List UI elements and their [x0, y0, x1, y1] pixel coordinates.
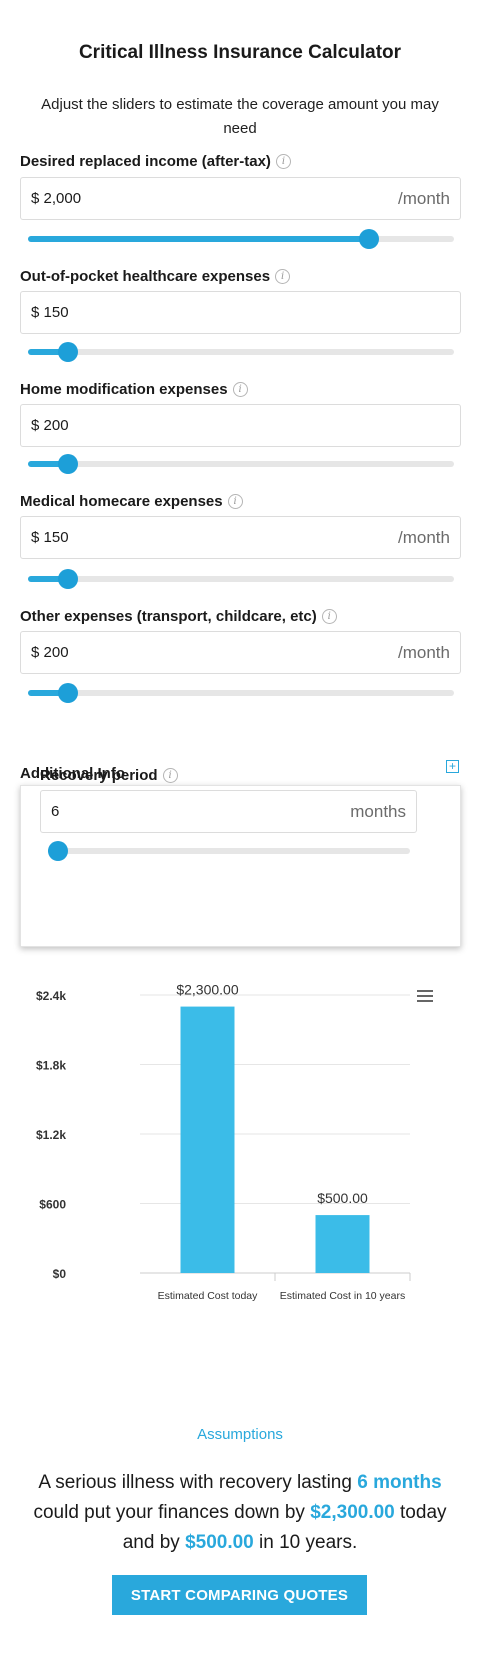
expand-plus-icon[interactable]: +	[446, 760, 459, 773]
other-slider-handle[interactable]	[58, 683, 79, 703]
chart-bar[interactable]	[315, 1215, 370, 1273]
chart-bar[interactable]	[180, 1006, 235, 1273]
recovery-input[interactable]: 6 months	[40, 790, 417, 833]
other-label: Other expenses (transport, childcare, et…	[20, 608, 337, 625]
income-label-text: Desired replaced income (after-tax)	[20, 153, 271, 170]
summary-part: in 10 years.	[253, 1532, 358, 1553]
bar-data-label: $500.00	[317, 1190, 368, 1206]
homecare-label: Medical homecare expenses i	[20, 493, 243, 510]
healthcare-slider-handle[interactable]	[58, 342, 79, 362]
other-value: $ 200	[31, 644, 69, 661]
info-icon[interactable]: i	[321, 609, 337, 624]
recovery-slider[interactable]	[48, 841, 410, 861]
healthcare-input[interactable]: $ 150	[20, 291, 461, 334]
healthcare-label: Out-of-pocket healthcare expenses i	[20, 268, 291, 285]
income-input[interactable]: $ 2,000 /month	[20, 177, 461, 220]
page-subtitle: Adjust the sliders to estimate the cover…	[41, 96, 439, 137]
cost-chart: $0 $600 $1.2k $1.8k $2.4k $2,300.00 Estimated…	[36, 982, 411, 1302]
healthcare-value: $ 150	[31, 304, 69, 321]
summary-later-cost: $500.00	[185, 1532, 254, 1553]
home-mod-label-text: Home modification expenses	[20, 381, 228, 398]
y-tick-label: $1.8k	[36, 1059, 66, 1073]
other-input[interactable]: $ 200 /month	[20, 631, 461, 674]
info-icon[interactable]: i	[275, 269, 291, 284]
info-icon[interactable]: i	[162, 768, 178, 783]
healthcare-slider[interactable]	[28, 342, 454, 362]
summary-text: A serious illness with recovery lasting …	[25, 1468, 455, 1558]
recovery-slider-handle[interactable]	[48, 841, 68, 861]
start-comparing-quotes-button[interactable]: START COMPARING QUOTES	[112, 1575, 367, 1615]
home-mod-value: $ 200	[31, 417, 69, 434]
page-title: Critical Illness Insurance Calculator	[78, 42, 402, 63]
other-suffix: /month	[398, 642, 450, 662]
info-icon[interactable]: i	[232, 382, 248, 397]
x-category-label: Estimated Cost today	[158, 1290, 259, 1302]
homecare-suffix: /month	[398, 527, 450, 547]
homecare-slider-handle[interactable]	[58, 569, 79, 589]
income-slider-handle[interactable]	[358, 229, 379, 249]
home-mod-slider[interactable]	[28, 454, 454, 474]
income-value: $ 2,000	[31, 190, 82, 207]
homecare-slider[interactable]	[28, 569, 454, 589]
other-slider[interactable]	[28, 683, 454, 703]
assumptions-link[interactable]: Assumptions	[0, 1426, 480, 1443]
home-mod-label: Home modification expenses i	[20, 381, 248, 398]
homecare-input[interactable]: $ 150 /month	[20, 516, 461, 559]
recovery-suffix: months	[350, 801, 406, 821]
healthcare-label-text: Out-of-pocket healthcare expenses	[20, 268, 271, 285]
income-slider[interactable]	[28, 229, 454, 249]
x-category-label: Estimated Cost in 10 years	[280, 1290, 405, 1302]
y-tick-label: $600	[39, 1198, 66, 1212]
homecare-value: $ 150	[31, 529, 69, 546]
other-label-text: Other expenses (transport, childcare, et…	[20, 608, 317, 625]
y-tick-label: $0	[53, 1267, 67, 1281]
y-tick-label: $2.4k	[36, 989, 66, 1003]
home-mod-input[interactable]: $ 200	[20, 404, 461, 447]
bar-data-label: $2,300.00	[176, 982, 238, 998]
home-mod-slider-handle[interactable]	[58, 454, 79, 474]
recovery-label-text: Recovery period	[40, 767, 158, 784]
income-label: Desired replaced income (after-tax) i	[20, 153, 291, 170]
y-tick-label: $1.2k	[36, 1128, 66, 1142]
homecare-label-text: Medical homecare expenses	[20, 493, 223, 510]
recovery-value: 6	[51, 803, 60, 820]
info-icon[interactable]: i	[275, 154, 291, 169]
info-icon[interactable]: i	[227, 494, 243, 509]
summary-months: 6 months	[357, 1472, 442, 1493]
income-slider-fill	[28, 236, 369, 242]
summary-part: could put your finances down by	[33, 1502, 311, 1523]
summary-today-cost: $2,300.00	[310, 1502, 395, 1523]
income-suffix: /month	[398, 188, 450, 208]
summary-part: A serious illness with recovery lasting	[38, 1472, 358, 1493]
recovery-label-row: Recovery period i	[40, 767, 178, 784]
